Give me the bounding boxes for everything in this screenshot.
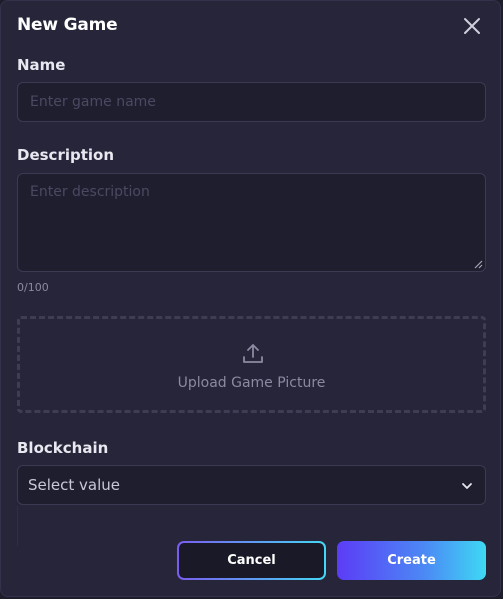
blockchain-selected-value: Select value (28, 476, 121, 494)
description-label: Description (17, 146, 115, 164)
name-label: Name (17, 56, 66, 74)
close-icon[interactable] (462, 16, 482, 36)
upload-icon (243, 344, 263, 363)
blockchain-select[interactable]: Select value (17, 465, 486, 505)
chevron-down-icon (462, 483, 472, 489)
create-button[interactable]: Create (337, 541, 486, 580)
upload-dropzone[interactable]: Upload Game Picture (17, 316, 486, 413)
name-input[interactable] (17, 82, 486, 122)
cancel-button[interactable]: Cancel (177, 541, 326, 580)
divider (17, 506, 18, 546)
new-game-dialog: New Game Name Description 0/100 Upload G… (0, 0, 501, 597)
resize-grip-icon[interactable] (473, 259, 483, 269)
description-textarea[interactable] (17, 173, 486, 272)
description-char-counter: 0/100 (17, 281, 49, 294)
dialog-title: New Game (17, 15, 118, 35)
blockchain-label: Blockchain (17, 439, 109, 457)
upload-label: Upload Game Picture (177, 375, 326, 391)
